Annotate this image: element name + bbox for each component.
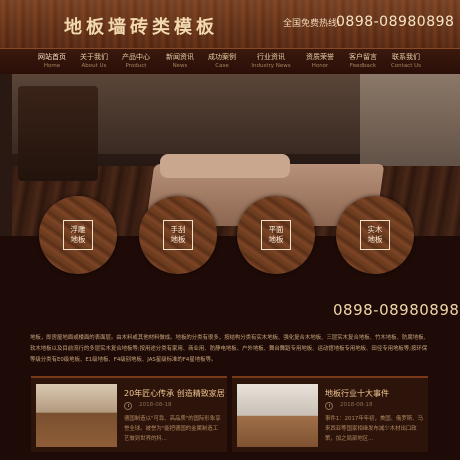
category-line2: 地板 bbox=[170, 235, 186, 244]
hero-bed-pillow bbox=[160, 154, 290, 178]
category-solid-wood-floor[interactable]: 实木 地板 bbox=[336, 196, 414, 274]
clock-icon bbox=[325, 402, 333, 410]
category-label-box: 平面 地板 bbox=[261, 220, 291, 250]
hotline-label: 全国免费热线: bbox=[283, 19, 341, 29]
category-label-box: 实木 地板 bbox=[360, 220, 390, 250]
main-nav: 网站首页 Home 关于我们 About Us 产品中心 Product 新闻资… bbox=[0, 48, 460, 74]
news-thumbnail[interactable] bbox=[237, 384, 318, 447]
category-line1: 手刮 bbox=[170, 225, 186, 234]
category-line2: 地板 bbox=[367, 235, 383, 244]
news-date: 2018-08-18 bbox=[139, 402, 172, 408]
site-header: 地板墙砖类模板 全国免费热线: 0898-08980898 bbox=[0, 0, 460, 48]
hotline-number: 0898-08980898 bbox=[336, 14, 455, 30]
category-line1: 浮雕 bbox=[70, 225, 86, 234]
news-excerpt: 事件1：2017年年初，美国、俄罗斯、马来西亚等国家相继发布减少木材出口政策，加… bbox=[325, 416, 424, 442]
news-title[interactable]: 地板行业十大事件 bbox=[325, 388, 389, 399]
contact-phone: 0898-08980898 bbox=[333, 301, 460, 319]
news-date: 2018-08-18 bbox=[340, 402, 373, 408]
category-line2: 地板 bbox=[70, 235, 86, 244]
nav-item-contact[interactable]: 联系我们 Contact Us bbox=[381, 52, 431, 70]
category-relief-floor[interactable]: 浮雕 地板 bbox=[39, 196, 117, 274]
site-title[interactable]: 地板墙砖类模板 bbox=[64, 13, 218, 39]
category-flat-floor[interactable]: 平面 地板 bbox=[237, 196, 315, 274]
clock-icon bbox=[124, 402, 132, 410]
category-line1: 平面 bbox=[268, 225, 284, 234]
hero-panel bbox=[0, 74, 12, 236]
nav-sublabel: Product bbox=[125, 63, 147, 69]
category-line2: 地板 bbox=[268, 235, 284, 244]
news-excerpt: 德国制造以"可靠、高品质"的国际形象享誉全球。被誉为"能把德国的金属制造工艺做到… bbox=[124, 416, 221, 442]
category-hand-scraped-floor[interactable]: 手刮 地板 bbox=[139, 196, 217, 274]
intro-text: 地板，即房屋地面或楼面的表面层。由木料或其他材料做成。地板的分类有很多，按结构分… bbox=[30, 335, 429, 363]
news-card[interactable]: 20年匠心传承 创造精致家居 2018-08-18 德国制造以"可靠、高品质"的… bbox=[31, 376, 227, 452]
news-card[interactable]: 地板行业十大事件 2018-08-18 事件1：2017年年初，美国、俄罗斯、马… bbox=[232, 376, 428, 452]
hero-chair bbox=[18, 86, 98, 181]
nav-label: 行业资讯 bbox=[257, 53, 285, 61]
news-title[interactable]: 20年匠心传承 创造精致家居 bbox=[124, 388, 225, 399]
nav-label: 成功案例 bbox=[208, 53, 236, 61]
nav-label: 产品中心 bbox=[122, 53, 150, 61]
nav-sublabel: Case bbox=[215, 63, 229, 69]
news-thumbnail[interactable] bbox=[36, 384, 117, 447]
category-label-box: 手刮 地板 bbox=[163, 220, 193, 250]
category-label-box: 浮雕 地板 bbox=[63, 220, 93, 250]
category-line1: 实木 bbox=[367, 225, 383, 234]
nav-sublabel: Industry News bbox=[251, 63, 291, 69]
nav-item-industry-news[interactable]: 行业资讯 Industry News bbox=[246, 52, 296, 70]
nav-item-product[interactable]: 产品中心 Product bbox=[111, 52, 161, 70]
nav-item-case[interactable]: 成功案例 Case bbox=[197, 52, 247, 70]
nav-sublabel: Contact Us bbox=[390, 63, 422, 69]
nav-label: 联系我们 bbox=[392, 53, 420, 61]
